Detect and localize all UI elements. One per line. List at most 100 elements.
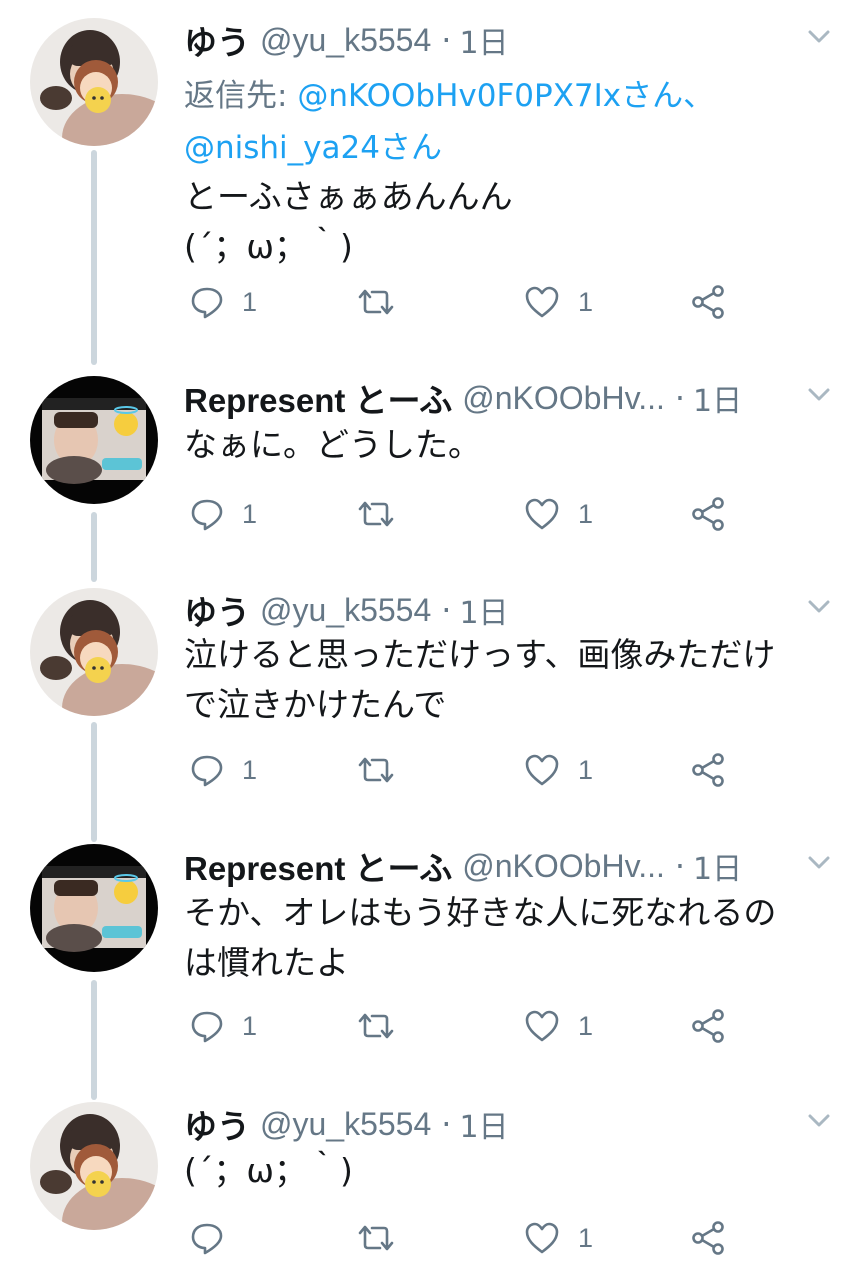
reply-button[interactable]: 1 <box>190 282 257 322</box>
reply-icon <box>191 287 223 319</box>
like-count: 1 <box>578 1010 594 1041</box>
reply-icon <box>191 499 223 531</box>
share-icon <box>692 1009 724 1043</box>
display-name[interactable]: ゆう <box>184 18 250 62</box>
share-icon <box>692 753 724 787</box>
tweet-actions: 1 1 <box>184 494 744 534</box>
tweet-actions: 1 1 <box>184 1006 744 1046</box>
retweet-button[interactable] <box>356 1006 414 1046</box>
tweet-actions: 1 1 <box>184 282 744 322</box>
display-name[interactable]: ゆう <box>184 588 250 632</box>
tweet-text: なぁに。どうした。 <box>184 425 481 464</box>
user-handle[interactable]: @yu_k5554 <box>260 22 431 59</box>
reply-button[interactable]: 1 <box>190 750 257 790</box>
thread-line <box>91 512 97 582</box>
avatar[interactable] <box>30 376 158 504</box>
reply-count: 1 <box>242 286 258 317</box>
tweet-text: そか、オレはもう好きな人に死なれるの は慣れたよ <box>184 893 777 982</box>
tweet-header: ゆう @yu_k5554 · 1日 <box>184 588 780 632</box>
reply-label: 返信先: <box>184 78 288 114</box>
tweet-text: 泣けると思っただけっす、画像みただけ で泣きかけたんで <box>184 635 776 724</box>
thread-line <box>91 722 97 842</box>
share-button[interactable] <box>690 494 726 534</box>
retweet-icon <box>358 757 394 783</box>
reply-button[interactable] <box>190 1218 242 1258</box>
separator-dot: · <box>441 591 452 629</box>
heart-icon <box>525 1010 559 1042</box>
chevron-down-icon[interactable] <box>808 856 830 870</box>
reply-mention-link[interactable]: @nKOObHv0F0PX7Ixさん、 <box>297 78 714 114</box>
like-count: 1 <box>578 1222 594 1253</box>
timestamp[interactable]: 1日 <box>459 18 508 62</box>
display-name[interactable]: ゆう <box>184 1102 250 1146</box>
reply-context: 返信先: @nKOObHv0F0PX7Ixさん、 @nishi_ya24さん <box>184 70 840 174</box>
retweet-button[interactable] <box>356 282 414 322</box>
like-count: 1 <box>578 754 594 785</box>
timestamp[interactable]: 1日 <box>693 844 742 888</box>
like-button[interactable]: 1 <box>524 1218 593 1258</box>
share-button[interactable] <box>690 1218 726 1258</box>
like-button[interactable]: 1 <box>524 750 593 790</box>
like-count: 1 <box>578 498 594 529</box>
like-button[interactable]: 1 <box>524 282 593 322</box>
chevron-down-icon[interactable] <box>808 388 830 402</box>
retweet-button[interactable] <box>356 1218 414 1258</box>
user-handle[interactable]: @nKOObHv... <box>462 380 665 417</box>
user-handle[interactable]: @yu_k5554 <box>260 592 431 629</box>
retweet-button[interactable] <box>356 494 414 534</box>
retweet-icon <box>358 289 394 315</box>
avatar[interactable] <box>30 844 158 972</box>
heart-icon <box>525 286 559 318</box>
chevron-down-icon[interactable] <box>808 30 830 44</box>
tweet-header: Represent とーふ @nKOObHv... · 1日 <box>184 844 780 888</box>
heart-icon <box>525 754 559 786</box>
chevron-down-icon[interactable] <box>808 1114 830 1128</box>
avatar[interactable] <box>30 588 158 716</box>
like-count: 1 <box>578 286 594 317</box>
heart-icon <box>525 1222 559 1254</box>
reply-mention-link[interactable]: @nishi_ya24さん <box>184 130 442 166</box>
like-button[interactable]: 1 <box>524 1006 593 1046</box>
reply-count: 1 <box>242 1010 258 1041</box>
share-button[interactable] <box>690 1006 726 1046</box>
tweet-header: Represent とーふ @nKOObHv... · 1日 <box>184 376 780 420</box>
tweet-header: ゆう @yu_k5554 · 1日 <box>184 1102 780 1146</box>
reply-count: 1 <box>242 754 258 785</box>
retweet-button[interactable] <box>356 750 414 790</box>
share-icon <box>692 497 724 531</box>
display-name[interactable]: Represent とーふ <box>184 376 452 420</box>
timestamp[interactable]: 1日 <box>459 588 508 632</box>
tweet-actions: 1 <box>184 1218 744 1258</box>
reply-button[interactable]: 1 <box>190 494 257 534</box>
share-button[interactable] <box>690 750 726 790</box>
share-button[interactable] <box>690 282 726 322</box>
like-button[interactable]: 1 <box>524 494 593 534</box>
user-handle[interactable]: @nKOObHv... <box>462 848 665 885</box>
tweet-text: とーふさぁぁあんんん (´；ω；｀) <box>184 177 513 266</box>
reply-icon <box>191 1223 223 1255</box>
avatar[interactable] <box>30 18 158 146</box>
separator-dot: · <box>441 1105 452 1143</box>
tweet-actions: 1 1 <box>184 750 744 790</box>
separator-dot: · <box>441 21 452 59</box>
thread-line <box>91 980 97 1100</box>
tweet-text: (´；ω；｀) <box>184 1151 353 1190</box>
separator-dot: · <box>674 379 686 417</box>
reply-icon <box>191 1011 223 1043</box>
share-icon <box>692 1221 724 1255</box>
chevron-down-icon[interactable] <box>808 600 830 614</box>
reply-button[interactable]: 1 <box>190 1006 257 1046</box>
retweet-icon <box>358 1013 394 1039</box>
heart-icon <box>525 498 559 530</box>
reply-count: 1 <box>242 498 258 529</box>
display-name[interactable]: Represent とーふ <box>184 844 452 888</box>
retweet-icon <box>358 1225 394 1251</box>
tweet-header: ゆう @yu_k5554 · 1日 <box>184 18 780 62</box>
timestamp[interactable]: 1日 <box>459 1102 508 1146</box>
retweet-icon <box>358 501 394 527</box>
user-handle[interactable]: @yu_k5554 <box>260 1106 431 1143</box>
timestamp[interactable]: 1日 <box>693 376 742 420</box>
separator-dot: · <box>674 847 686 885</box>
share-icon <box>692 285 724 319</box>
avatar[interactable] <box>30 1102 158 1230</box>
